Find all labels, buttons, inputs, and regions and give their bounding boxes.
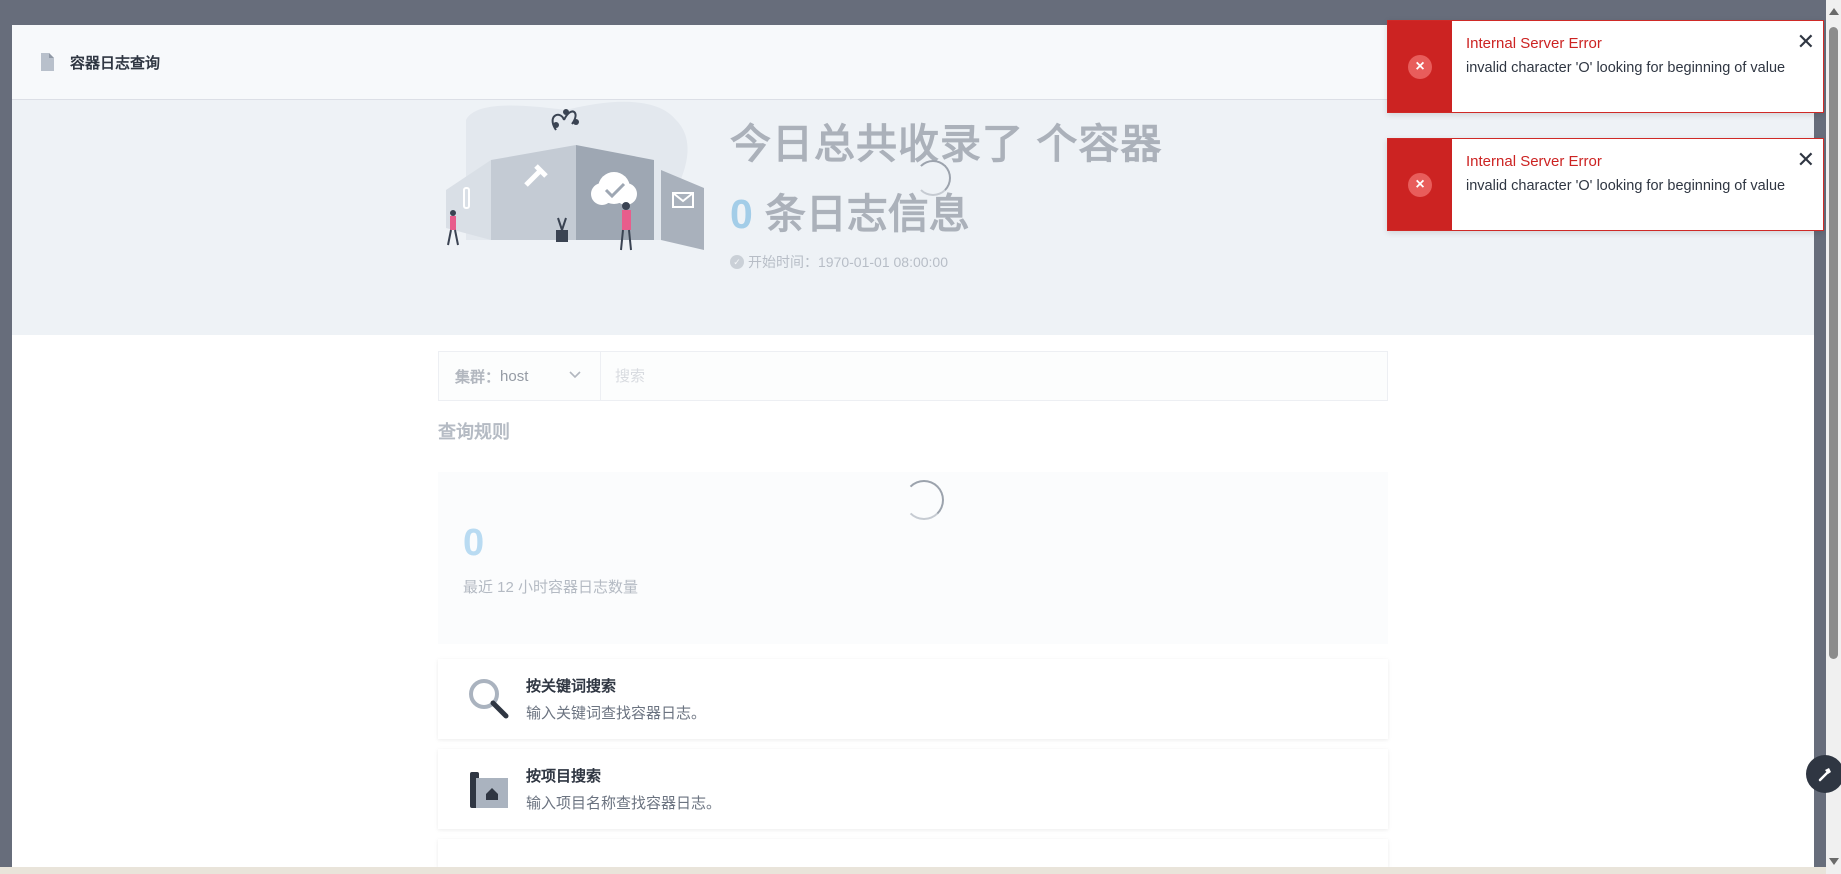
banner-start-time: ✓ 开始时间： 1970-01-01 08:00:00 [730, 252, 1162, 272]
banner-loading-spinner [915, 160, 951, 196]
magnifier-icon [469, 679, 509, 719]
start-time-value: 1970-01-01 08:00:00 [818, 254, 948, 270]
search-bar: 集群： host [438, 351, 1388, 401]
toast-message: invalid character 'O' looking for beginn… [1466, 178, 1786, 194]
stat-loading-spinner [904, 480, 944, 520]
keyword-search-text: 按关键词搜索 输入关键词查找容器日志。 [526, 675, 706, 723]
project-icon [470, 772, 508, 808]
error-icon: × [1408, 54, 1432, 79]
scroll-up-arrow-icon[interactable] [1829, 8, 1839, 15]
action-desc: 输入关键词查找容器日志。 [526, 705, 707, 722]
page-scrollbar[interactable] [1826, 0, 1841, 874]
stat-label: 最近 12 小时容器日志数量 [463, 579, 639, 596]
cluster-label: 集群： [455, 368, 501, 386]
bottom-strip [0, 867, 1826, 874]
error-toast: × Internal Server Error invalid characte… [1387, 20, 1824, 113]
toast-error-side: × [1388, 21, 1452, 112]
action-title: 按项目搜索 [526, 768, 602, 785]
log-count-value: 0 [730, 191, 753, 237]
scroll-thumb[interactable] [1829, 27, 1838, 659]
rules-title: 查询规则 [438, 422, 510, 442]
error-toast: × Internal Server Error invalid characte… [1387, 138, 1824, 231]
log-count-suffix: 条日志信息 [764, 191, 970, 237]
cluster-value: host [500, 367, 529, 385]
toast-message: invalid character 'O' looking for beginn… [1466, 60, 1786, 76]
toast-title: Internal Server Error [1466, 153, 1602, 170]
banner-stats: 今日总共收录了 个容器 0 条日志信息 ✓ 开始时间： 1970-01-01 08… [730, 110, 1162, 272]
document-icon [41, 53, 54, 71]
action-card-partial[interactable] [438, 839, 1388, 869]
toast-body: Internal Server Error invalid character … [1452, 21, 1823, 112]
search-input[interactable] [601, 352, 1387, 400]
keyword-search-card[interactable]: 按关键词搜索 输入关键词查找容器日志。 [438, 659, 1388, 739]
toast-title: Internal Server Error [1466, 35, 1602, 52]
start-time-label: 开始时间： [748, 254, 818, 270]
action-title: 按关键词搜索 [526, 678, 617, 695]
check-icon: ✓ [730, 255, 744, 269]
banner-title: 今日总共收录了 个容器 [730, 121, 1163, 167]
container-illustration [446, 101, 704, 251]
error-icon: × [1408, 172, 1432, 197]
cluster-select[interactable]: 集群： host [439, 352, 601, 400]
close-icon[interactable]: ✕ [1797, 31, 1815, 53]
modal-title: 容器日志查询 [70, 54, 161, 72]
toast-error-side: × [1388, 139, 1452, 230]
stat-card: 0 最近 12 小时容器日志数量 [438, 472, 1388, 644]
floating-tool-button[interactable] [1806, 755, 1841, 793]
scroll-down-arrow-icon[interactable] [1829, 858, 1839, 865]
close-icon[interactable]: ✕ [1797, 149, 1815, 171]
project-search-text: 按项目搜索 输入项目名称查找容器日志。 [526, 765, 721, 813]
chevron-down-icon [569, 371, 581, 379]
toast-body: Internal Server Error invalid character … [1452, 139, 1823, 230]
action-desc: 输入项目名称查找容器日志。 [526, 795, 722, 812]
stat-count: 0 [463, 522, 485, 564]
hammer-icon [1818, 768, 1831, 782]
project-search-card[interactable]: 按项目搜索 输入项目名称查找容器日志。 [438, 749, 1388, 829]
